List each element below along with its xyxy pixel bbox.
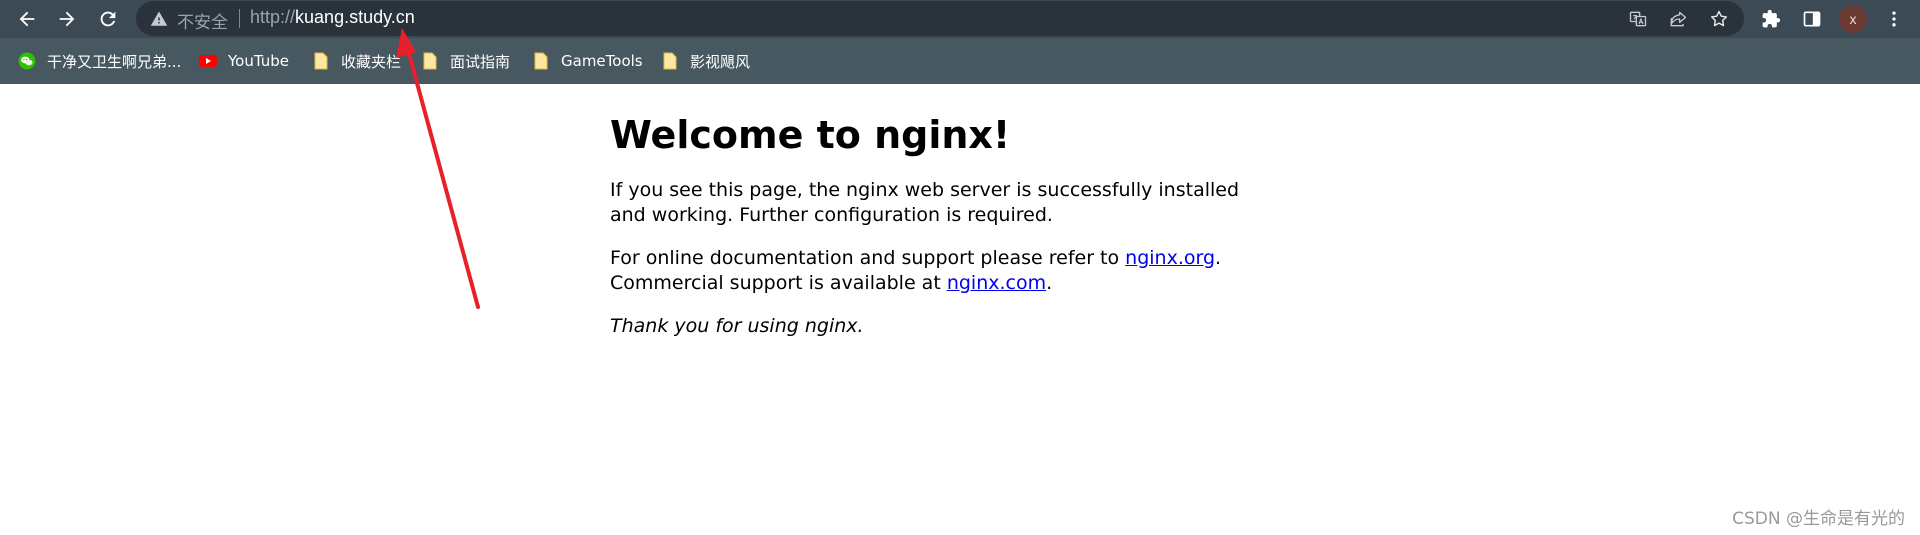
thanks-text: Thank you for using nginx. bbox=[610, 315, 864, 337]
browser-toolbar: 不安全 http://kuang.study.cn x bbox=[0, 0, 1920, 38]
folder-icon bbox=[661, 52, 679, 70]
bookmark-label: 面试指南 bbox=[450, 52, 511, 71]
thanks-paragraph: Thank you for using nginx. bbox=[610, 314, 1250, 339]
translate-button[interactable] bbox=[1626, 7, 1650, 31]
bookmark-label: GameTools bbox=[561, 52, 643, 70]
bookmark-item-1[interactable]: YouTube bbox=[199, 48, 289, 74]
translate-icon bbox=[1629, 11, 1647, 27]
docs-text: For online documentation and support ple… bbox=[610, 247, 1126, 269]
youtube-icon bbox=[199, 52, 217, 70]
docs-paragraph: For online documentation and support ple… bbox=[610, 246, 1250, 296]
profile-avatar[interactable]: x bbox=[1839, 5, 1867, 33]
share-icon bbox=[1670, 11, 1687, 27]
forward-button[interactable] bbox=[52, 4, 82, 34]
bookmark-item-4[interactable]: GameTools bbox=[532, 48, 643, 74]
bookmark-item-2[interactable]: 收藏夹栏 bbox=[312, 48, 401, 74]
puzzle-icon bbox=[1762, 9, 1781, 28]
url-field[interactable]: http://kuang.study.cn bbox=[250, 7, 415, 28]
arrow-left-icon bbox=[19, 11, 35, 27]
bookmark-label: YouTube bbox=[228, 52, 289, 70]
star-icon bbox=[1710, 10, 1728, 27]
page-content: Welcome to nginx! If you see this page, … bbox=[610, 112, 1250, 357]
bookmark-label: 收藏夹栏 bbox=[341, 52, 402, 71]
share-button[interactable] bbox=[1666, 7, 1690, 31]
url-host: kuang.study.cn bbox=[295, 7, 415, 27]
bookmark-item-0[interactable]: 干净又卫生啊兄弟... bbox=[18, 48, 181, 74]
side-panel-icon bbox=[1803, 11, 1821, 27]
arrow-right-icon bbox=[59, 11, 75, 27]
docs-text-end: . bbox=[1215, 247, 1222, 269]
commercial-text-end: . bbox=[1046, 272, 1053, 294]
nginx-org-link[interactable]: nginx.org bbox=[1125, 247, 1215, 269]
bookmark-label: 干净又卫生啊兄弟... bbox=[47, 52, 182, 71]
nginx-com-link[interactable]: nginx.com bbox=[947, 272, 1046, 294]
bookmarks-bar: 干净又卫生啊兄弟... YouTube 收藏夹栏 面试指南 GameTools … bbox=[0, 38, 1920, 84]
page-title: Welcome to nginx! bbox=[610, 113, 1011, 157]
reload-button[interactable] bbox=[93, 4, 123, 34]
warning-triangle-icon[interactable] bbox=[150, 10, 168, 28]
url-scheme: http:// bbox=[250, 7, 296, 27]
wechat-icon bbox=[18, 52, 36, 70]
folder-icon bbox=[421, 52, 439, 70]
extensions-button[interactable] bbox=[1756, 4, 1786, 34]
bookmark-item-3[interactable]: 面试指南 bbox=[421, 48, 510, 74]
bookmark-item-5[interactable]: 影视飓风 bbox=[661, 48, 750, 74]
bookmark-label: 影视飓风 bbox=[690, 52, 751, 71]
address-bar[interactable]: 不安全 http://kuang.study.cn bbox=[136, 1, 1744, 36]
browser-menu-button[interactable] bbox=[1879, 4, 1909, 34]
bookmark-star-button[interactable] bbox=[1707, 7, 1731, 31]
reload-icon bbox=[100, 11, 116, 27]
side-panel-button[interactable] bbox=[1797, 4, 1827, 34]
back-button[interactable] bbox=[12, 4, 42, 34]
folder-icon bbox=[532, 52, 550, 70]
intro-paragraph: If you see this page, the nginx web serv… bbox=[610, 179, 1240, 226]
security-status-label[interactable]: 不安全 bbox=[177, 8, 228, 33]
folder-icon bbox=[312, 52, 330, 70]
commercial-text: Commercial support is available at bbox=[610, 272, 947, 294]
kebab-menu-icon bbox=[1892, 11, 1896, 27]
omnibox-divider bbox=[239, 9, 240, 28]
watermark-text: CSDN @生命是有光的 bbox=[1732, 509, 1905, 529]
